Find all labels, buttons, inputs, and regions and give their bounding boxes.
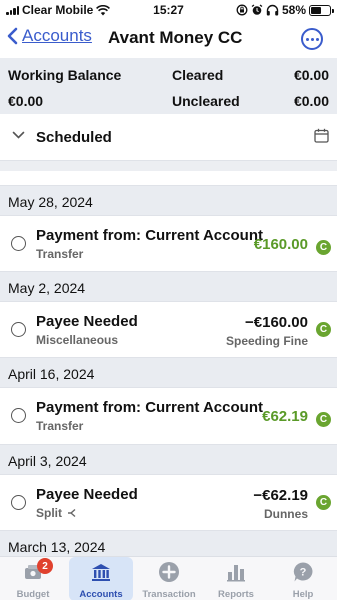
transaction-row[interactable]: Payment from: Current Account Transfer €…: [0, 388, 337, 443]
back-button-label: Accounts: [22, 26, 92, 45]
payee-name: Payee Needed: [36, 313, 138, 330]
working-balance-value: €0.00: [8, 93, 44, 109]
transaction-row[interactable]: Payee Needed Miscellaneous −€160.00 Spee…: [0, 302, 337, 357]
cleared-status-icon[interactable]: C: [316, 240, 331, 255]
split-icon: [68, 508, 76, 518]
tab-transaction[interactable]: Transaction: [137, 557, 201, 600]
payee-name: Payment from: Current Account: [36, 227, 263, 244]
uncleared-value: €0.00: [293, 93, 329, 109]
scheduled-label: Scheduled: [36, 129, 112, 146]
category-label: Split: [36, 506, 62, 520]
transaction-row[interactable]: Payee Needed Split −€62.19 Dunnes C: [0, 475, 337, 530]
date-header: April 3, 2024: [0, 444, 337, 475]
category-name: Split: [36, 506, 77, 520]
category-name: Transfer: [36, 247, 84, 261]
tab-label: Reports: [218, 589, 254, 600]
chevron-left-icon: [7, 27, 18, 45]
tab-label: Budget: [16, 589, 50, 600]
transaction-row[interactable]: Payment from: Current Account Transfer €…: [0, 216, 337, 271]
tab-label: Transaction: [142, 589, 196, 600]
category-name: Transfer: [36, 419, 84, 433]
cleared-status-icon[interactable]: C: [316, 495, 331, 510]
select-radio[interactable]: [11, 322, 26, 337]
select-radio[interactable]: [11, 495, 26, 510]
tab-budget[interactable]: 2 Budget: [1, 557, 65, 600]
payee-name: Payee Needed: [36, 486, 138, 503]
bank-icon: [92, 564, 110, 581]
nav-bar: Accounts Avant Money CC: [0, 20, 337, 58]
page-title: Avant Money CC: [108, 28, 243, 47]
more-icon: [305, 37, 309, 41]
status-bar: Clear Mobile 15:27 58%: [0, 0, 337, 20]
bar-chart-icon: [227, 565, 245, 582]
date-header: May 28, 2024: [0, 185, 337, 216]
tab-reports[interactable]: Reports: [204, 557, 268, 600]
headphones-icon: [266, 4, 279, 16]
cleared-value: €0.00: [293, 67, 329, 83]
memo-text: Speeding Fine: [225, 334, 308, 348]
tab-label: Accounts: [79, 589, 123, 600]
more-options-button[interactable]: [301, 28, 323, 50]
date-header: April 16, 2024: [0, 357, 337, 388]
cleared-label: Cleared: [172, 67, 224, 83]
plus-circle-icon: [159, 562, 179, 582]
battery-icon: [309, 4, 334, 16]
orientation-lock-icon: [236, 4, 248, 16]
date-header: May 2, 2024: [0, 271, 337, 302]
back-button[interactable]: Accounts: [6, 26, 92, 46]
category-name: Miscellaneous: [36, 333, 119, 347]
cleared-status-icon[interactable]: C: [316, 412, 331, 427]
balance-panel: Working Balance €0.00 Cleared €0.00 Uncl…: [0, 58, 337, 114]
cleared-status-icon[interactable]: C: [316, 322, 331, 337]
amount: €62.19: [262, 408, 308, 425]
tab-accounts[interactable]: Accounts: [69, 557, 133, 600]
scheduled-toggle[interactable]: Scheduled: [0, 114, 337, 161]
tab-bar: 2 Budget Accounts Transaction Reports ? …: [0, 556, 337, 600]
payee-name: Payment from: Current Account: [36, 399, 263, 416]
status-right: 58%: [236, 3, 334, 17]
battery-percent: 58%: [281, 3, 306, 17]
section-spacer: [0, 161, 337, 171]
select-radio[interactable]: [11, 408, 26, 423]
budget-badge: 2: [37, 558, 53, 574]
svg-text:?: ?: [300, 567, 307, 579]
tab-label: Help: [292, 589, 314, 600]
alarm-icon: [251, 4, 263, 15]
working-balance-label: Working Balance: [8, 67, 122, 83]
amount: −€62.19: [253, 487, 308, 504]
calendar-icon[interactable]: [314, 128, 329, 143]
amount: −€160.00: [245, 314, 308, 331]
chevron-down-icon: [12, 131, 25, 139]
tab-help[interactable]: ? Help: [271, 557, 335, 600]
memo-text: Dunnes: [263, 507, 308, 521]
amount: €160.00: [253, 236, 308, 253]
help-icon: ?: [293, 562, 313, 582]
uncleared-label: Uncleared: [172, 93, 240, 109]
select-radio[interactable]: [11, 236, 26, 251]
